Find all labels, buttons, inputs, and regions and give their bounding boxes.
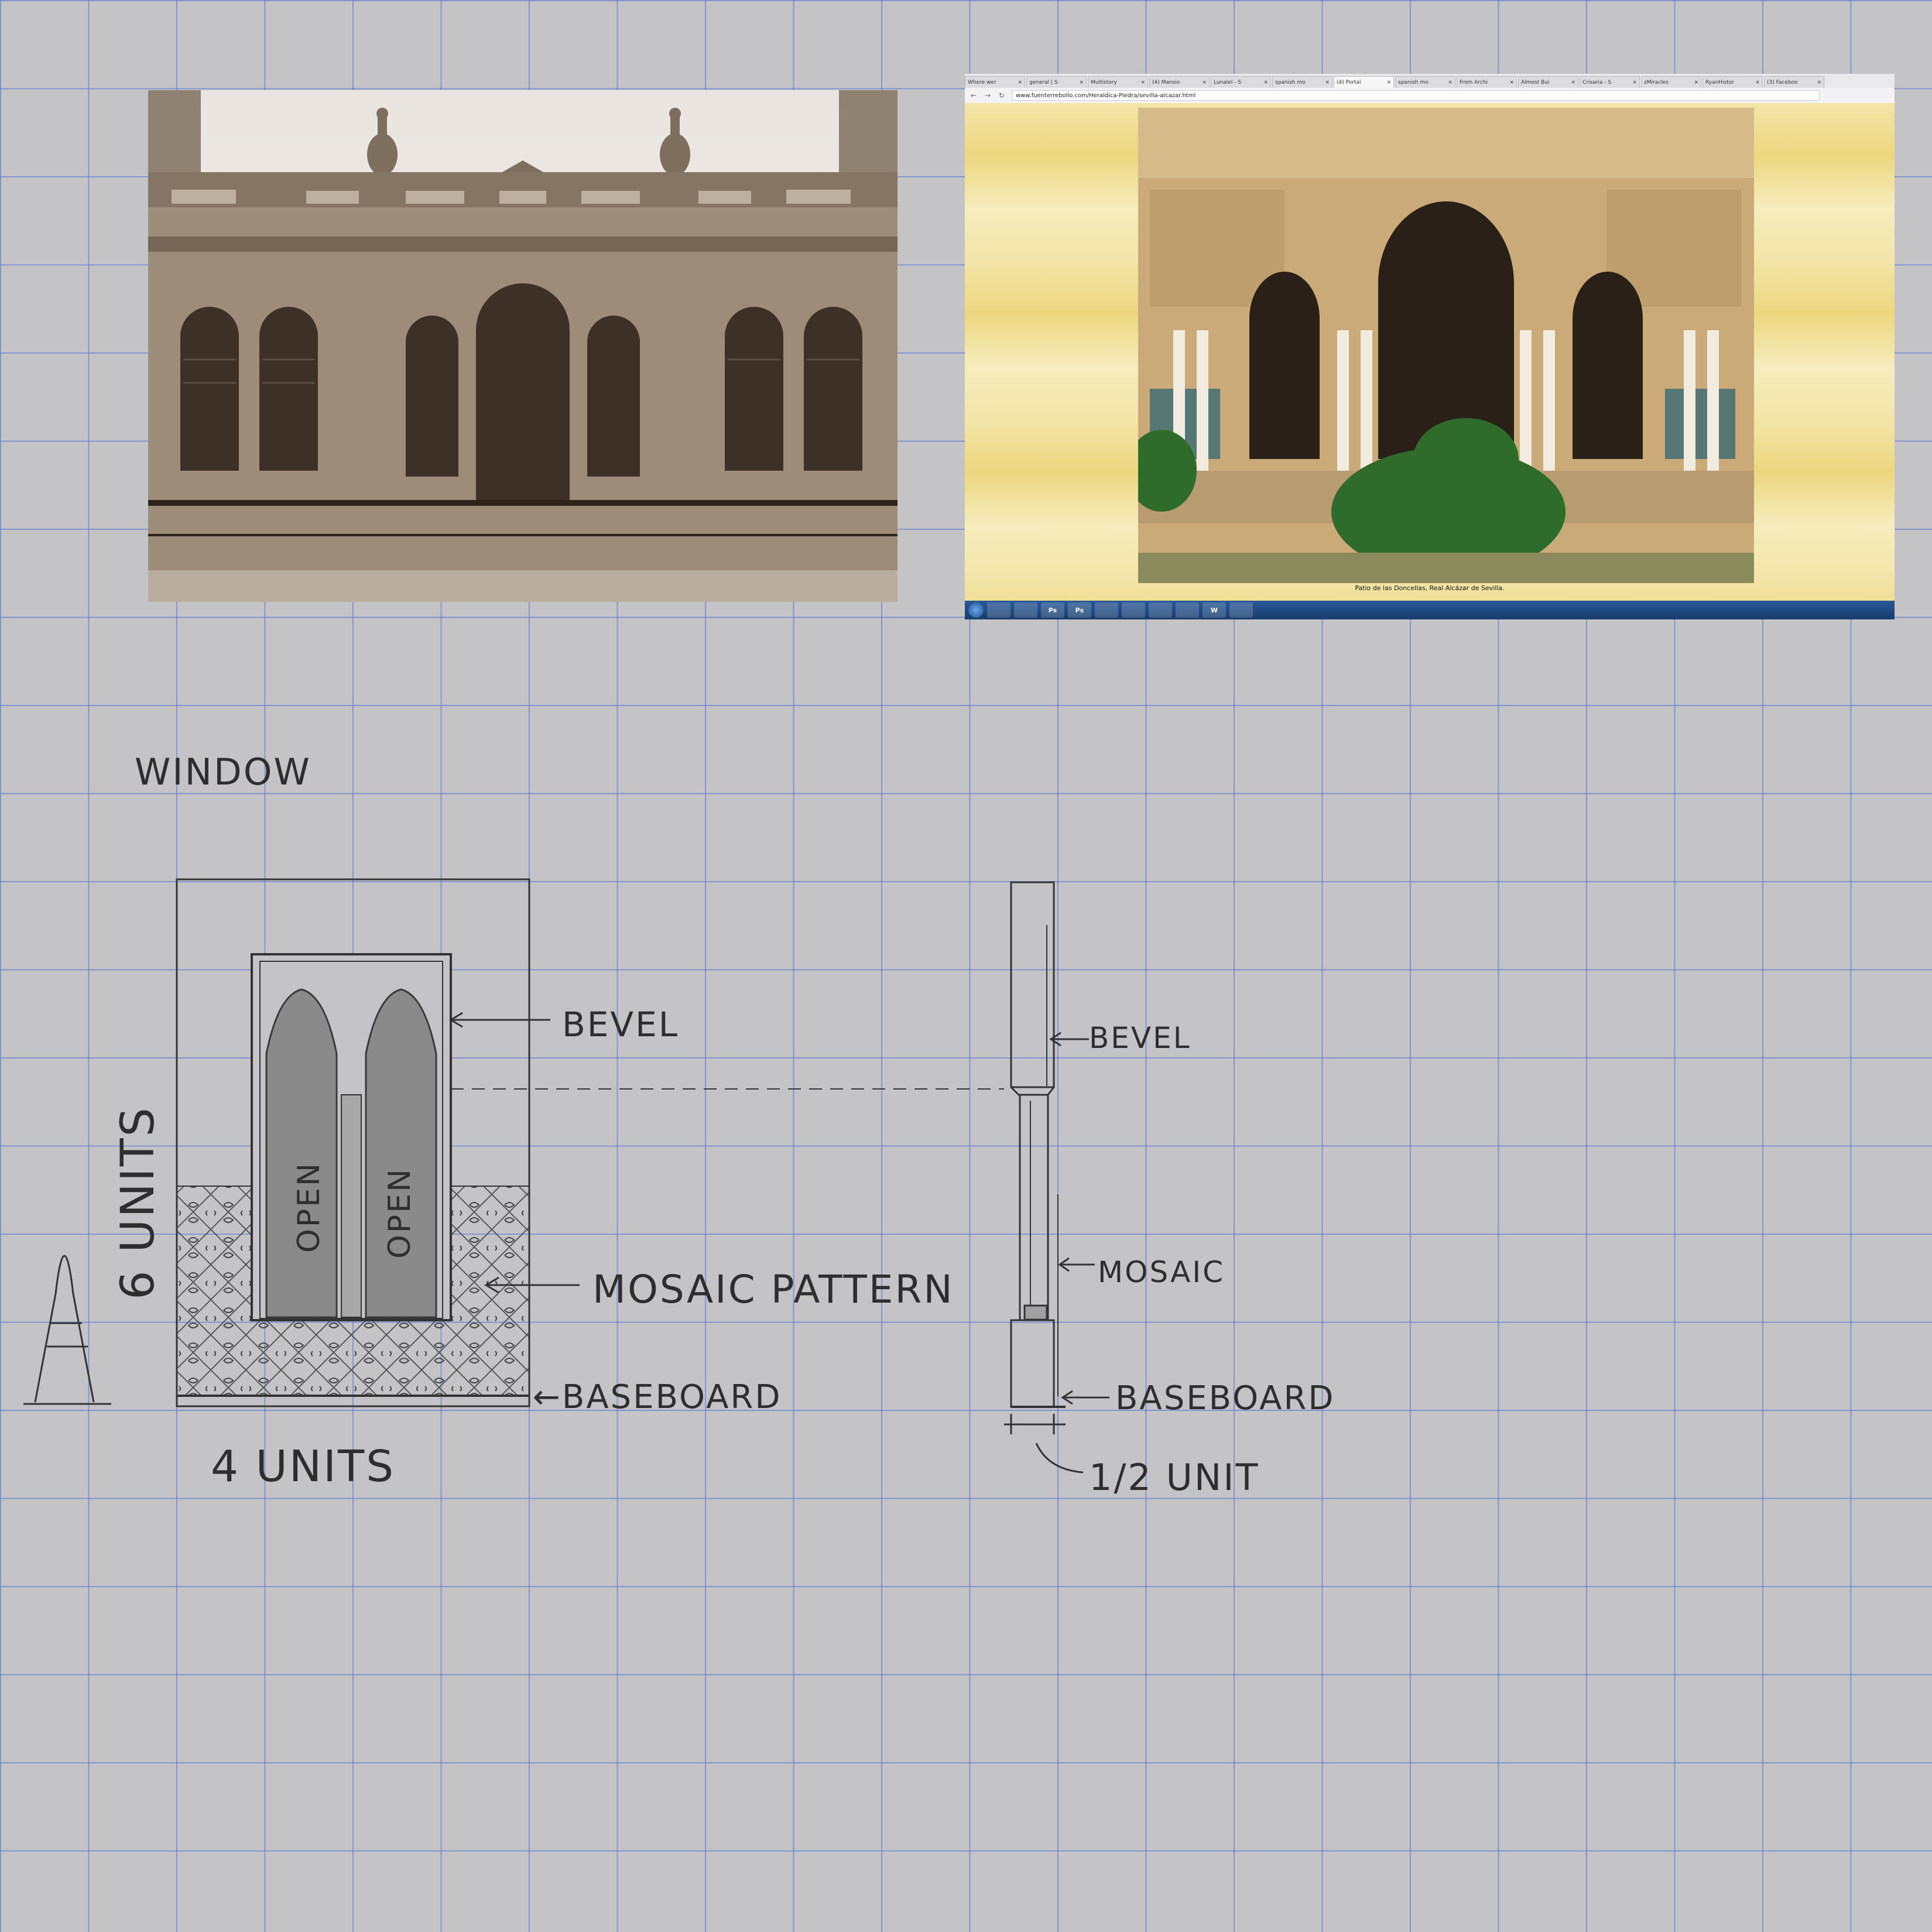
open-label-left: OPEN xyxy=(292,1162,327,1253)
height-dimension-label: 6 UNITS xyxy=(112,1106,165,1300)
bevel-label: BEVEL xyxy=(562,1005,679,1044)
side-baseboard-label: BASEBOARD xyxy=(1115,1379,1335,1417)
mosaic-pattern-label: MOSAIC PATTERN xyxy=(592,1267,954,1312)
side-mosaic-label: MOSAIC xyxy=(1098,1255,1225,1289)
side-bevel-label: BEVEL xyxy=(1089,1021,1191,1055)
side-elevation xyxy=(1010,881,1066,1408)
front-elevation xyxy=(176,878,530,1407)
graph-paper-background: Where wer × general | S × Multistory × (4) … xyxy=(0,0,1932,1932)
sketch-title: WINDOW xyxy=(135,751,311,793)
open-label-right: OPEN xyxy=(382,1167,417,1259)
window-sketch-drawing: WINDOW OPEN OPEN BEVEL MOSAIC PATTERN ←B… xyxy=(23,751,1335,1499)
depth-dimension-label: 1/2 UNIT xyxy=(1089,1456,1259,1499)
scale-figure xyxy=(23,1255,111,1405)
width-dimension-label: 4 UNITS xyxy=(211,1441,395,1492)
baseboard-label: ←BASEBOARD xyxy=(533,1378,782,1416)
